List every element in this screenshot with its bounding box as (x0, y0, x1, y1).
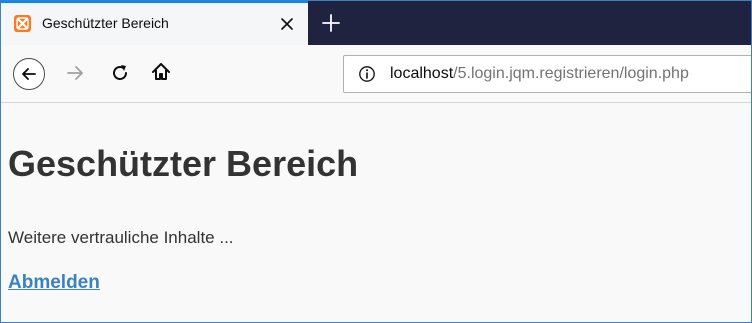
xampp-icon (14, 15, 31, 32)
page-content: Geschützter Bereich Weitere vertrauliche… (1, 103, 751, 322)
tab-title: Geschützter Bereich (42, 15, 169, 31)
plus-icon[interactable] (319, 11, 343, 35)
back-arrow-icon[interactable] (13, 58, 45, 90)
info-icon[interactable] (358, 65, 376, 83)
url-host: localhost (390, 65, 454, 82)
logout-link[interactable]: Abmelden (8, 272, 100, 294)
page-text: Weitere vertrauliche Inhalte ... (8, 228, 234, 247)
url-path: /5.login.jqm.registrieren/login.php (453, 65, 689, 82)
tab-strip: Geschützter Bereich (1, 1, 751, 45)
reload-icon[interactable] (108, 61, 132, 85)
forward-arrow-icon[interactable] (63, 61, 87, 85)
close-icon[interactable] (276, 13, 298, 35)
url-text: localhost/5.login.jqm.registrieren/login… (390, 65, 689, 83)
home-icon[interactable] (149, 60, 173, 84)
navigation-toolbar: localhost/5.login.jqm.registrieren/login… (1, 45, 751, 103)
address-bar[interactable]: localhost/5.login.jqm.registrieren/login… (343, 55, 751, 93)
browser-window: Geschützter Bereich localhost/5.login.jq… (0, 0, 752, 323)
page-title: Geschützter Bereich (8, 143, 359, 184)
tab-active[interactable]: Geschützter Bereich (1, 1, 308, 45)
